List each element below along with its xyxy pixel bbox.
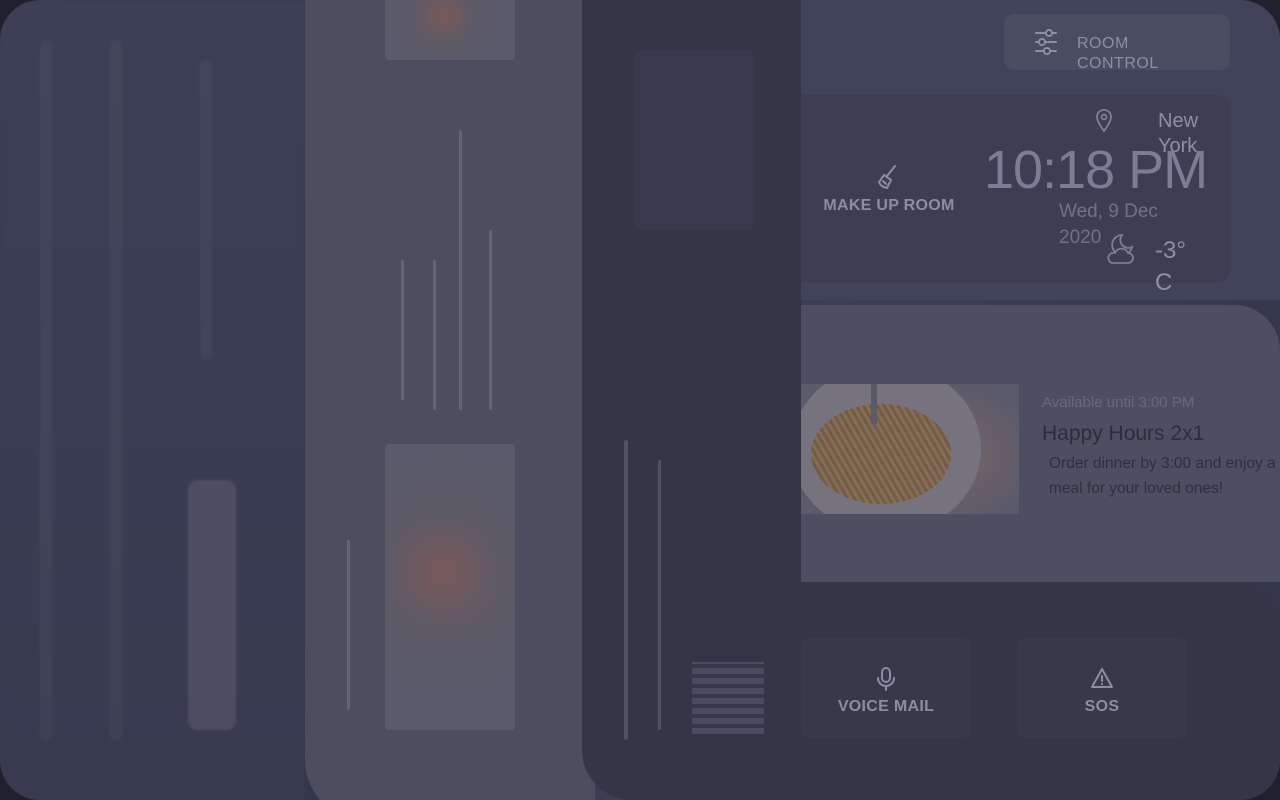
sliders-icon: [1035, 29, 1057, 55]
promo-title: Happy Hours 2x1: [1042, 422, 1205, 445]
background-photo-panel: [0, 0, 305, 800]
decorative-line: [433, 260, 436, 410]
checkout-inner-card: [634, 50, 754, 230]
bottom-action-bar: VOICE MAIL SOS: [801, 582, 1280, 800]
temperature: -3° C: [1155, 237, 1186, 296]
happy-hours-card[interactable]: Available until 3:00 PM Happy Hours 2x1 …: [801, 305, 1280, 582]
warning-icon: [1091, 668, 1113, 688]
room-control-button[interactable]: ROOM CONTROL: [1004, 14, 1230, 72]
decorative-streak: [110, 40, 122, 740]
cloudy-night-icon: [1107, 234, 1134, 264]
clock-time: 10:18 PM: [984, 140, 1208, 200]
make-up-room-label: MAKE UP ROOM: [823, 197, 955, 214]
promo-availability: Available until 3:00 PM: [1042, 394, 1195, 411]
hotel-dashboard-screen: ROOM CONTROL MAKE UP ROOM New York 10:18…: [0, 0, 1280, 800]
decorative-line: [401, 260, 404, 400]
sos-button[interactable]: SOS: [1017, 638, 1187, 738]
pasta-dish-image: [801, 384, 1019, 514]
voice-mail-button[interactable]: VOICE MAIL: [801, 638, 971, 738]
blurred-card: [188, 480, 236, 730]
promotion-strip: [305, 0, 595, 800]
make-up-room-button[interactable]: MAKE UP ROOM: [819, 163, 959, 215]
decorative-streak: [40, 40, 52, 740]
decorative-line: [347, 540, 350, 710]
location-pin-icon: [1096, 109, 1112, 133]
decorative-line: [658, 460, 661, 730]
promo-description: Order dinner by 3:00 and enjoy a meal fo…: [1049, 455, 1276, 497]
info-card: MAKE UP ROOM New York 10:18 PM Wed, 9 De…: [801, 95, 1231, 296]
promo-image: [385, 444, 515, 730]
voice-mail-label: VOICE MAIL: [837, 698, 935, 715]
decorative-line: [489, 230, 492, 410]
decorative-line: [459, 130, 462, 410]
room-control-label: ROOM CONTROL: [1077, 35, 1159, 72]
sos-label: SOS: [1084, 698, 1120, 715]
broom-icon: [877, 165, 896, 190]
mobile-checkout-panel: [582, 0, 802, 800]
decorative-streak: [200, 60, 212, 360]
microphone-icon: [877, 667, 895, 691]
decorative-line: [624, 440, 628, 740]
qr-code: [692, 662, 764, 734]
promo-image: [385, 0, 515, 60]
